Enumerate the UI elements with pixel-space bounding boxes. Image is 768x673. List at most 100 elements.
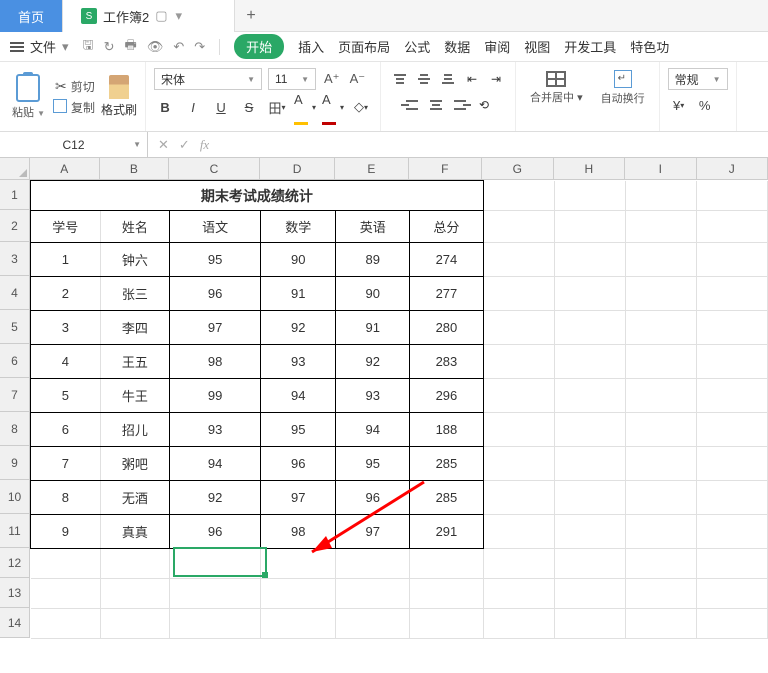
cell-F9[interactable]: 285 [410,447,484,481]
cell-J8[interactable] [696,413,767,447]
menu-special[interactable]: 特色功 [630,37,669,56]
cell-A11[interactable]: 9 [31,515,101,549]
row-header-13[interactable]: 13 [0,578,30,608]
cell-E13[interactable] [336,579,410,609]
cell-D10[interactable]: 97 [261,481,336,515]
cell-B12[interactable] [100,549,170,579]
menu-data[interactable]: 数据 [444,37,470,56]
cell-H11[interactable] [554,515,625,549]
cell-C4[interactable]: 96 [170,277,261,311]
cell-G7[interactable] [483,379,554,413]
file-menu[interactable]: 文件 [30,37,56,56]
cell-D8[interactable]: 95 [261,413,336,447]
cell-A1[interactable]: 期末考试成绩统计 [31,181,484,211]
formula-input[interactable] [219,132,768,157]
cell-H8[interactable] [554,413,625,447]
name-box[interactable]: C12 ▼ [0,132,148,157]
col-header-F[interactable]: F [409,158,482,180]
cell-D6[interactable]: 93 [261,345,336,379]
cell-G10[interactable] [483,481,554,515]
cell-H6[interactable] [554,345,625,379]
cell-F12[interactable] [410,549,484,579]
align-bottom-button[interactable] [437,68,459,90]
save-icon[interactable]: 🖫 [83,36,94,58]
cell-D7[interactable]: 94 [261,379,336,413]
cell-G12[interactable] [483,549,554,579]
col-header-C[interactable]: C [169,158,260,180]
row-header-6[interactable]: 6 [0,344,30,378]
menu-review[interactable]: 审阅 [484,37,510,56]
cell-A10[interactable]: 8 [31,481,101,515]
cell-A9[interactable]: 7 [31,447,101,481]
row-header-10[interactable]: 10 [0,480,30,514]
cell-J7[interactable] [696,379,767,413]
cell-A12[interactable] [31,549,101,579]
cell-E12[interactable] [336,549,410,579]
cell-H12[interactable] [554,549,625,579]
paste-button[interactable]: 粘贴 ▼ [8,72,49,122]
menu-insert[interactable]: 插入 [298,37,324,56]
cell-I10[interactable] [625,481,696,515]
cell-G4[interactable] [483,277,554,311]
tab-document[interactable]: S 工作簿2 ▢ ▾ [63,0,235,32]
file-dropdown-icon[interactable]: ▾ [62,39,69,55]
fill-color-button[interactable]: A▾ [294,96,316,118]
cell-E6[interactable]: 92 [336,345,410,379]
cell-D4[interactable]: 91 [261,277,336,311]
cell-J1[interactable] [696,181,767,211]
cell-F10[interactable]: 285 [410,481,484,515]
cell-A5[interactable]: 3 [31,311,101,345]
underline-button[interactable]: U [210,96,232,118]
display-icon[interactable]: ▢ [155,8,167,24]
cell-C2[interactable]: 语文 [170,211,261,243]
cell-J9[interactable] [696,447,767,481]
font-color-button[interactable]: A▾ [322,96,344,118]
cell-J14[interactable] [696,609,767,639]
cell-I4[interactable] [625,277,696,311]
bold-button[interactable]: B [154,96,176,118]
row-header-3[interactable]: 3 [0,242,30,276]
cell-J10[interactable] [696,481,767,515]
cell-A7[interactable]: 5 [31,379,101,413]
cell-J11[interactable] [696,515,767,549]
cell-D12[interactable] [261,549,336,579]
cell-I8[interactable] [625,413,696,447]
cell-I3[interactable] [625,243,696,277]
row-header-2[interactable]: 2 [0,210,30,242]
cell-J13[interactable] [696,579,767,609]
cell-F13[interactable] [410,579,484,609]
currency-button[interactable]: ¥ ▾ [668,94,690,116]
cell-H2[interactable] [554,211,625,243]
align-top-button[interactable] [389,68,411,90]
fx-icon[interactable]: fx [200,137,209,153]
row-header-9[interactable]: 9 [0,446,30,480]
cell-B8[interactable]: 招儿 [100,413,170,447]
cell-I6[interactable] [625,345,696,379]
cell-G5[interactable] [483,311,554,345]
cell-G3[interactable] [483,243,554,277]
cell-I5[interactable] [625,311,696,345]
cell-H3[interactable] [554,243,625,277]
cell-A14[interactable] [31,609,101,639]
menu-formula[interactable]: 公式 [404,37,430,56]
row-header-1[interactable]: 1 [0,180,30,210]
cell-I13[interactable] [625,579,696,609]
col-header-E[interactable]: E [335,158,408,180]
preview-icon[interactable]: 👁 [147,39,164,55]
cell-C5[interactable]: 97 [170,311,261,345]
cell-C7[interactable]: 99 [170,379,261,413]
align-left-button[interactable] [401,94,423,116]
print-icon[interactable]: 🖶 [125,36,137,58]
cell-B11[interactable]: 真真 [100,515,170,549]
percent-button[interactable]: % [694,94,716,116]
cell-A3[interactable]: 1 [31,243,101,277]
menu-view[interactable]: 视图 [524,37,550,56]
col-header-A[interactable]: A [30,158,100,180]
cell-J12[interactable] [696,549,767,579]
cell-B10[interactable]: 无酒 [100,481,170,515]
cell-I9[interactable] [625,447,696,481]
hamburger-icon[interactable] [10,42,24,52]
cell-E14[interactable] [336,609,410,639]
cell-D9[interactable]: 96 [261,447,336,481]
cell-E3[interactable]: 89 [336,243,410,277]
